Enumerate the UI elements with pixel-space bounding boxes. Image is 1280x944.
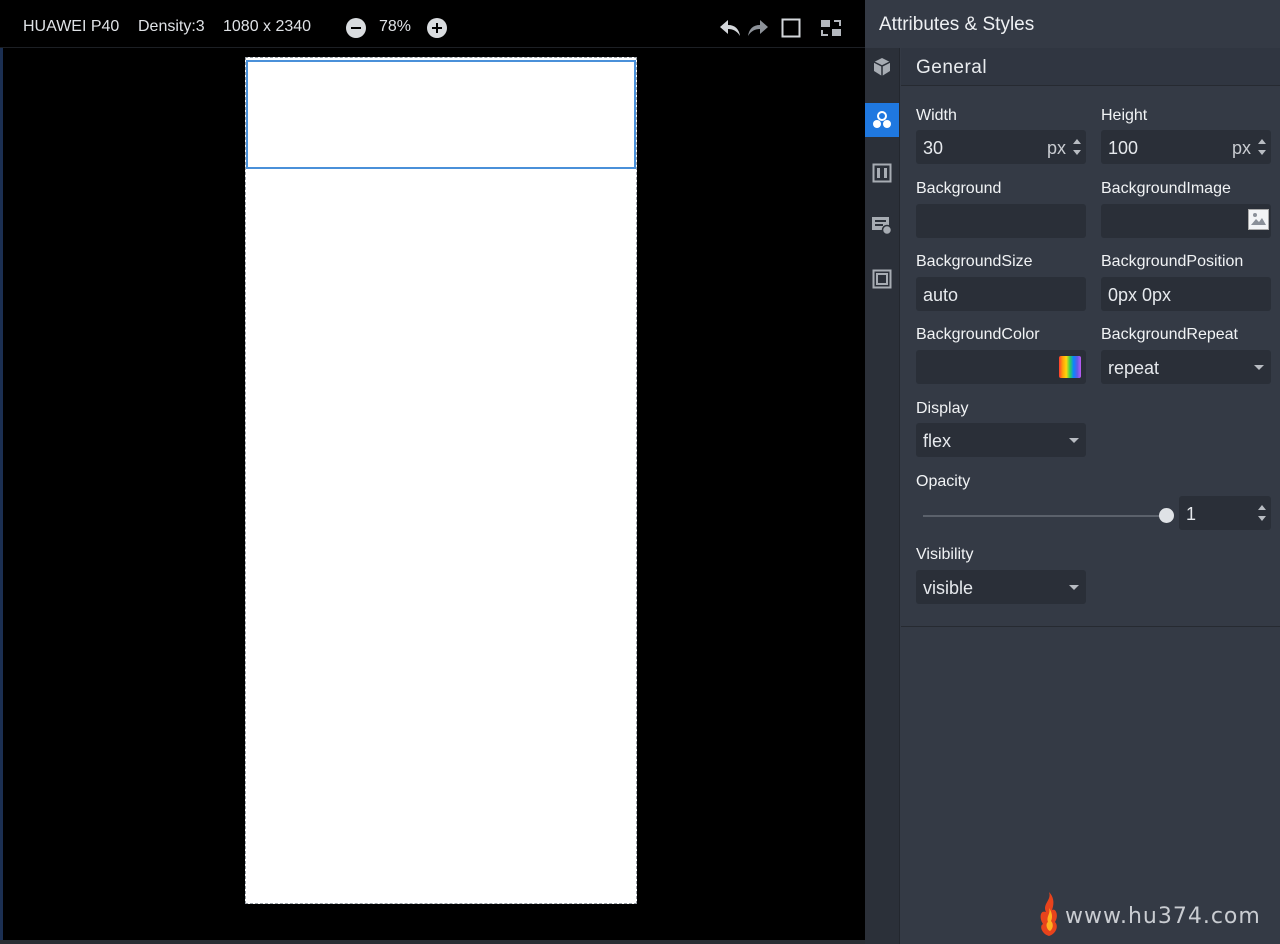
watermark-text: www.hu374.com [1065,904,1261,929]
height-input[interactable]: 100 px [1101,130,1271,164]
flame-logo-icon [1040,892,1057,936]
visibility-label: Visibility [916,546,974,563]
device-density: Density:3 [138,18,205,35]
redo-icon[interactable] [746,16,770,40]
chevron-down-icon [1069,585,1079,590]
event-icon[interactable] [865,208,899,242]
panel-tab-bar [865,48,900,944]
width-value: 30 [923,138,944,158]
chevron-down-icon [1254,365,1264,370]
opacity-label: Opacity [916,473,971,490]
display-select[interactable]: flex [916,423,1086,457]
background-repeat-select[interactable]: repeat [1101,350,1271,384]
device-screen[interactable] [245,57,637,904]
image-picker-icon[interactable] [1248,209,1269,230]
height-label: Height [1101,107,1148,124]
device-resolution: 1080 x 2340 [223,18,312,35]
background-input[interactable] [916,204,1086,238]
background-position-input[interactable]: 0px 0px [1101,277,1271,311]
background-label: Background [916,180,1002,197]
background-size-label: BackgroundSize [916,253,1033,270]
background-color-input[interactable] [916,350,1086,384]
display-value: flex [923,431,952,451]
width-unit[interactable]: px [1047,138,1066,159]
attributes-panel: Attributes & Styles General Width Height… [865,0,1280,944]
opacity-input[interactable]: 1 [1179,496,1271,530]
opacity-stepper[interactable] [1258,505,1266,521]
selected-component[interactable] [246,60,636,169]
styles-icon[interactable] [865,103,899,137]
display-label: Display [916,400,969,417]
panel-header: Attributes & Styles [865,4,1280,48]
zoom-in-icon[interactable] [427,18,447,38]
layout-switch-icon[interactable] [819,16,843,40]
columns-icon[interactable] [865,156,899,190]
background-color-label: BackgroundColor [916,326,1040,343]
preview-canvas: HUAWEI P40 Density:3 1080 x 2340 78% [0,0,865,944]
background-size-value: auto [923,285,959,305]
properties-area: General Width Height 30 px 100 px Backgr… [901,48,1280,944]
zoom-out-icon[interactable] [346,18,366,38]
opacity-slider[interactable] [923,515,1166,517]
height-value: 100 [1108,138,1139,158]
undo-icon[interactable] [718,16,742,40]
device-name[interactable]: HUAWEI P40 [23,18,119,36]
height-stepper[interactable] [1258,139,1266,155]
visibility-select[interactable]: visible [916,570,1086,604]
section-title: General [916,57,988,78]
background-repeat-label: BackgroundRepeat [1101,326,1238,343]
border-icon[interactable] [865,262,899,296]
panel-title: Attributes & Styles [879,14,1035,35]
chevron-down-icon [1069,438,1079,443]
background-position-value: 0px 0px [1108,285,1172,305]
canvas-edge [0,48,3,944]
opacity-slider-handle[interactable] [1159,508,1174,523]
watermark: www.hu374.com [1036,890,1266,940]
width-stepper[interactable] [1073,139,1081,155]
background-repeat-value: repeat [1108,358,1160,378]
section-divider [901,626,1280,627]
width-label: Width [916,107,957,124]
color-picker-icon[interactable] [1059,356,1081,378]
height-unit[interactable]: px [1232,138,1251,159]
section-general[interactable]: General [901,48,1280,86]
device-toolbar: HUAWEI P40 Density:3 1080 x 2340 78% [0,4,865,48]
width-input[interactable]: 30 px [916,130,1086,164]
visibility-value: visible [923,578,974,598]
frame-icon[interactable] [779,16,803,40]
opacity-value: 1 [1186,504,1197,524]
background-image-input[interactable] [1101,204,1271,238]
background-position-label: BackgroundPosition [1101,253,1244,270]
canvas-bottom-edge [0,940,865,944]
cube-icon[interactable] [865,50,899,84]
background-size-input[interactable]: auto [916,277,1086,311]
background-image-label: BackgroundImage [1101,180,1231,197]
zoom-level: 78% [379,18,412,35]
